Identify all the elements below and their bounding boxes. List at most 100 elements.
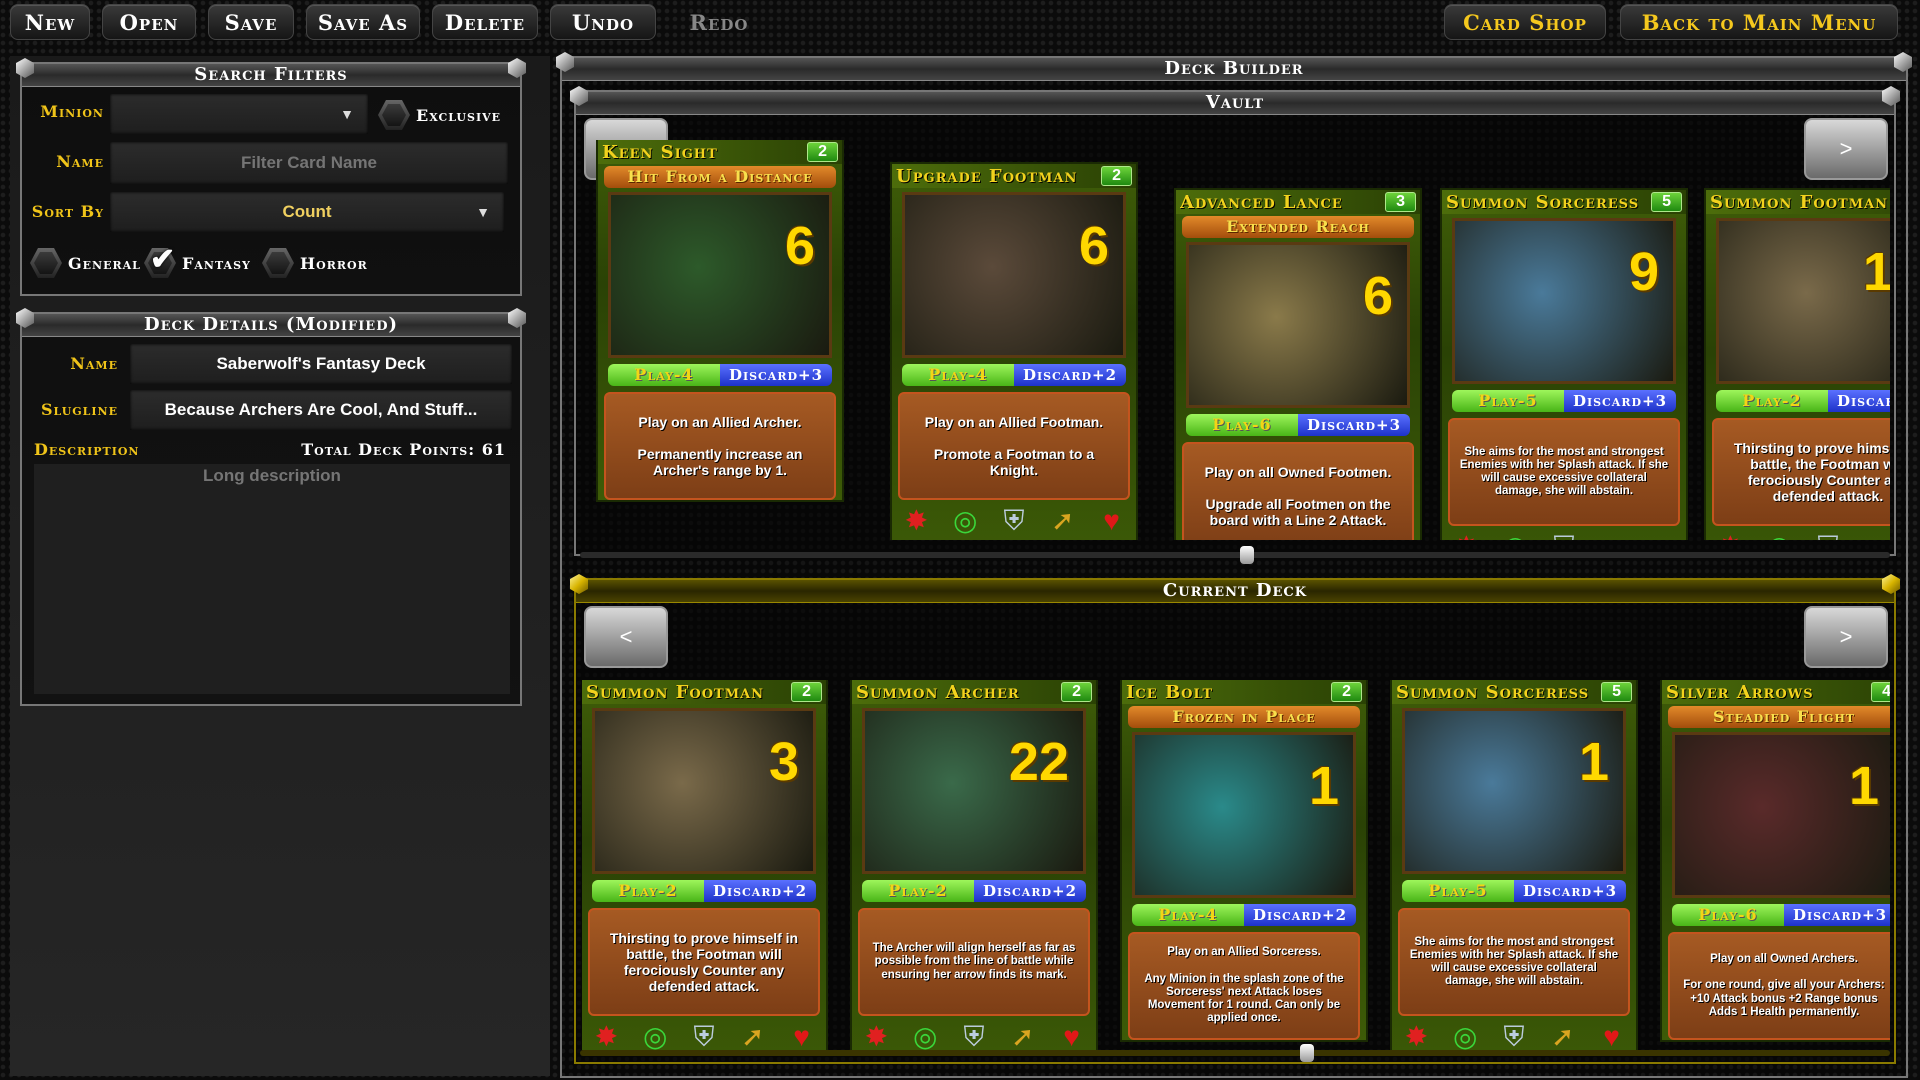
card-subtitle: Steadied Flight (1668, 706, 1890, 728)
health-heart-icon: ♥ (1603, 1021, 1620, 1050)
card-play-cost: Play-5 (1452, 390, 1564, 412)
chevron-down-icon: ▼ (340, 106, 354, 122)
card-stat: ◎ 1 (943, 504, 987, 540)
card-description: Play on an Allied Footman. Promote a Foo… (898, 392, 1130, 500)
genre-fantasy-checkbox[interactable]: ✔ Fantasy (144, 242, 251, 278)
deck-next-button[interactable]: > (1804, 606, 1888, 668)
deck-scrollbar-thumb[interactable] (1300, 1044, 1314, 1062)
card-count: 1 (1848, 756, 1879, 816)
current-deck-title: Current Deck (570, 574, 1900, 603)
attack-icon: ✸ (904, 505, 929, 536)
card-play-cost: Play-2 (862, 880, 974, 902)
card-play-cost: Play-2 (592, 880, 704, 902)
card-stat: ➚ 5 (1591, 530, 1635, 540)
card-stat-value: 1 (958, 538, 972, 540)
deck-details-panel: Deck Details (Modified) Name Slugline De… (16, 308, 526, 706)
card-play-discard: Play-4 Discard+3 (608, 364, 832, 386)
card[interactable]: Summon Footman 2 19 Play-2 Discard+2 Thir… (1706, 190, 1890, 540)
card[interactable]: Keen Sight 2 Hit From a Distance 6 Play-4… (598, 140, 842, 500)
card-play-discard: Play-6 Discard+3 (1672, 904, 1890, 926)
genre-general-checkbox[interactable]: General (30, 248, 141, 278)
redo-button[interactable]: Redo (668, 4, 770, 40)
minion-dropdown[interactable]: ▼ (110, 94, 368, 134)
card[interactable]: Ice Bolt 2 Frozen in Place 1 Play-4 Disca… (1122, 680, 1366, 1040)
card-stat-value: 50 (902, 538, 930, 540)
open-button[interactable]: Open (102, 4, 196, 40)
card-stat: ◎ 1 (633, 1020, 677, 1050)
deck-name-input[interactable] (130, 344, 512, 384)
card-stat: ◎ 1 (1757, 530, 1801, 540)
defense-shield-icon: ⛨ (1003, 505, 1025, 536)
card-description: She aims for the most and strongest Enem… (1398, 908, 1630, 1016)
card-stat: ✸ 25 (1708, 530, 1752, 540)
deck-prev-button[interactable]: < (584, 606, 668, 668)
save-as-button[interactable]: Save As (306, 4, 420, 40)
card-subtitle: Hit From a Distance (604, 166, 836, 188)
card-play-discard: Play-6 Discard+3 (1186, 414, 1410, 436)
card-title-bar: Silver Arrows 4 (1662, 680, 1890, 704)
defense-shield-icon: ⛨ (963, 1021, 985, 1050)
card-subtitle: Frozen in Place (1128, 706, 1360, 728)
genre-horror-checkbox[interactable]: Horror (262, 248, 368, 278)
vault-scrollbar[interactable] (580, 546, 1890, 564)
defense-shield-icon: ⛨ (1553, 530, 1574, 540)
movement-arrow-icon: ➚ (1051, 505, 1075, 536)
save-button[interactable]: Save (208, 4, 294, 40)
card-description: Thirsting to prove himself in battle, th… (588, 908, 820, 1016)
card-stat: ✸ 25 (584, 1020, 628, 1050)
card-shop-button[interactable]: Card Shop (1444, 4, 1606, 40)
card[interactable]: Summon Sorceress 5 9 Play-5 Discard+3 She… (1442, 190, 1686, 540)
card-play-cost: Play-4 (608, 364, 720, 386)
card-name: Upgrade Footman (896, 165, 1078, 187)
card-title-bar: Summon Footman 2 (582, 680, 826, 704)
card-discard-value: Discard+3 (1298, 414, 1410, 436)
card-stats: ✸ 25 ◎ 1 ⛨ 35 ➚ 5 ♥ 1 (582, 1020, 826, 1050)
sort-by-dropdown[interactable]: Count ▼ (110, 192, 504, 232)
card-count: 6 (1362, 266, 1393, 326)
card-stat: ➚ 5 (731, 1020, 775, 1050)
vault-scrollbar-thumb[interactable] (1240, 546, 1254, 564)
card-stats: ✸ 75 ◎ 3 ⛨ 20 ➚ 5 ♥ 1 (1392, 1020, 1636, 1050)
card-cost-badge: 2 (1331, 682, 1362, 702)
card-count: 1 (1308, 756, 1339, 816)
card-count: 6 (784, 216, 815, 276)
card-stat: ✸ 50 (894, 504, 938, 540)
card-subtitle: Extended Reach (1182, 216, 1414, 238)
card-stat: ⛨ 20 (1542, 530, 1586, 540)
card-description: Play on all Owned Archers. For one round… (1668, 932, 1890, 1040)
card-cost-badge: 3 (1385, 192, 1416, 212)
card-art: 3 (592, 708, 816, 874)
card-cost-badge: 2 (1061, 682, 1092, 702)
attack-icon: ✸ (1404, 1021, 1429, 1050)
slugline-input[interactable] (130, 390, 512, 430)
card-title-bar: Summon Sorceress 5 (1392, 680, 1636, 704)
card-title-bar: Ice Bolt 2 (1122, 680, 1366, 704)
card-name: Summon Sorceress (1396, 681, 1590, 703)
card-stat: ⛨ 35 (1806, 530, 1850, 540)
card[interactable]: Silver Arrows 4 Steadied Flight 1 Play-6 … (1662, 680, 1890, 1040)
exclusive-checkbox[interactable]: Exclusive (378, 100, 501, 130)
name-filter-input[interactable] (110, 142, 508, 184)
description-textarea[interactable] (34, 464, 510, 694)
attack-icon: ✸ (594, 1021, 619, 1050)
card[interactable]: Summon Sorceress 5 1 Play-5 Discard+3 She… (1392, 680, 1636, 1050)
card-stat: ◎ 3 (1443, 1020, 1487, 1050)
card-play-cost: Play-4 (902, 364, 1014, 386)
deck-scrollbar[interactable] (580, 1044, 1890, 1062)
card[interactable]: Upgrade Footman 2 6 Play-4 Discard+2 Play… (892, 164, 1136, 540)
card[interactable]: Summon Archer 2 22 Play-2 Discard+2 The A… (852, 680, 1096, 1050)
card-stat: ⛨ 20 (952, 1020, 996, 1050)
card-discard-value: Discard+2 (974, 880, 1086, 902)
card-description: The Archer will align herself as far as … (858, 908, 1090, 1016)
undo-button[interactable]: Undo (550, 4, 656, 40)
delete-button[interactable]: Delete (432, 4, 538, 40)
card[interactable]: Summon Footman 2 3 Play-2 Discard+2 Thirs… (582, 680, 826, 1050)
card-play-discard: Play-2 Discard+2 (592, 880, 816, 902)
card-stats: ✸ 75 ◎ 3 ⛨ 20 ➚ 5 ♥ 1 (1442, 530, 1686, 540)
card[interactable]: Advanced Lance 3 Extended Reach 6 Play-6 … (1176, 190, 1420, 540)
card-art: 9 (1452, 218, 1676, 384)
back-to-main-menu-button[interactable]: Back to Main Menu (1620, 4, 1898, 40)
card-play-discard: Play-2 Discard+2 (862, 880, 1086, 902)
new-button[interactable]: New (10, 4, 90, 40)
card-play-discard: Play-5 Discard+3 (1402, 880, 1626, 902)
